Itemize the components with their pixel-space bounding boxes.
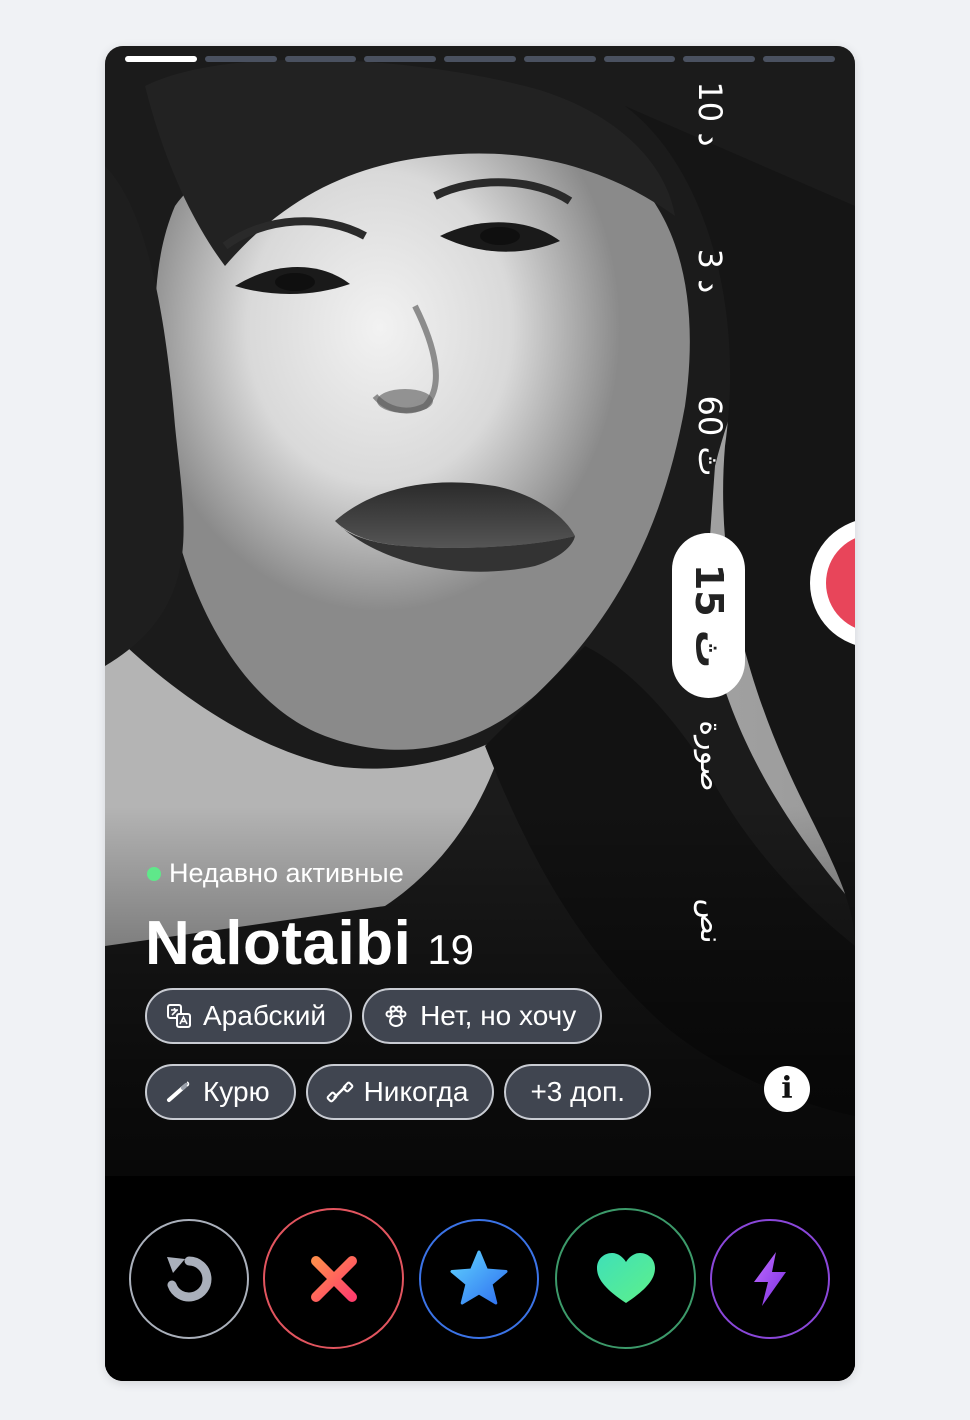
progress-segment[interactable] xyxy=(444,56,516,62)
progress-segment[interactable] xyxy=(284,56,357,62)
profile-chips-row-2: Курю Никогда +3 доп. xyxy=(145,1064,652,1120)
star-icon xyxy=(450,1250,508,1305)
profile-card[interactable]: 10 د 3 د 60 ث 15 ث صورة نص Недавно актив… xyxy=(105,46,855,1381)
dumbbell-icon xyxy=(326,1081,353,1103)
profile-name: Nalotaibi xyxy=(145,909,412,978)
chip-smoking-label: Курю xyxy=(203,1076,270,1107)
chip-language[interactable]: Арабский xyxy=(145,988,353,1044)
photo-progress-bar xyxy=(125,56,836,62)
progress-segment[interactable] xyxy=(364,56,437,62)
chip-pets-label: Нет, но хочу xyxy=(420,1000,577,1031)
progress-segment[interactable] xyxy=(125,56,197,62)
camera-mode-60sec: 60 ث xyxy=(691,395,729,477)
rewind-icon xyxy=(167,1256,212,1302)
camera-mode-10min: 10 د xyxy=(691,81,729,147)
bolt-icon xyxy=(754,1252,786,1306)
nope-button[interactable] xyxy=(263,1208,404,1349)
chip-pets[interactable]: Нет, но хочу xyxy=(362,988,603,1044)
chip-more-label: +3 доп. xyxy=(530,1076,626,1107)
progress-segment[interactable] xyxy=(523,56,596,62)
profile-chips-row-1: Арабский Нет, но хочу xyxy=(145,988,603,1044)
boost-button[interactable] xyxy=(710,1219,830,1339)
camera-mode-15sec: 15 ث xyxy=(672,533,745,698)
chip-smoking[interactable]: Курю xyxy=(145,1064,296,1120)
camera-mode-photo: صورة xyxy=(693,720,728,792)
chip-workout[interactable]: Никогда xyxy=(305,1064,495,1120)
chip-language-label: Арабский xyxy=(203,1000,327,1031)
profile-photo[interactable] xyxy=(105,46,855,1381)
camera-mode-text: نص xyxy=(693,898,728,944)
activity-status: Недавно активные xyxy=(147,858,404,889)
progress-segment[interactable] xyxy=(763,56,836,62)
action-bar xyxy=(105,1206,855,1349)
cigarette-icon xyxy=(167,1081,190,1102)
profile-name-row: Nalotaibi 19 xyxy=(145,908,474,979)
super-like-button[interactable] xyxy=(419,1219,539,1339)
chip-more[interactable]: +3 доп. xyxy=(504,1064,652,1120)
heart-icon xyxy=(596,1252,655,1303)
record-button-core xyxy=(826,534,855,632)
online-dot-icon xyxy=(147,866,161,881)
camera-mode-3min: 3 د xyxy=(691,248,729,294)
profile-age: 19 xyxy=(427,926,475,973)
progress-segment[interactable] xyxy=(204,56,277,62)
paw-icon xyxy=(385,1005,407,1027)
camera-mode-15sec-label: 15 ث xyxy=(686,563,731,668)
info-icon: i xyxy=(781,1071,793,1106)
rewind-button[interactable] xyxy=(129,1219,249,1339)
translate-icon xyxy=(167,1004,191,1028)
info-button[interactable]: i xyxy=(764,1066,810,1112)
x-icon xyxy=(310,1255,357,1302)
progress-segment[interactable] xyxy=(603,56,676,62)
progress-segment[interactable] xyxy=(683,56,756,62)
chip-workout-label: Никогда xyxy=(363,1076,469,1107)
activity-status-label: Недавно активные xyxy=(169,858,404,888)
like-button[interactable] xyxy=(555,1208,696,1349)
